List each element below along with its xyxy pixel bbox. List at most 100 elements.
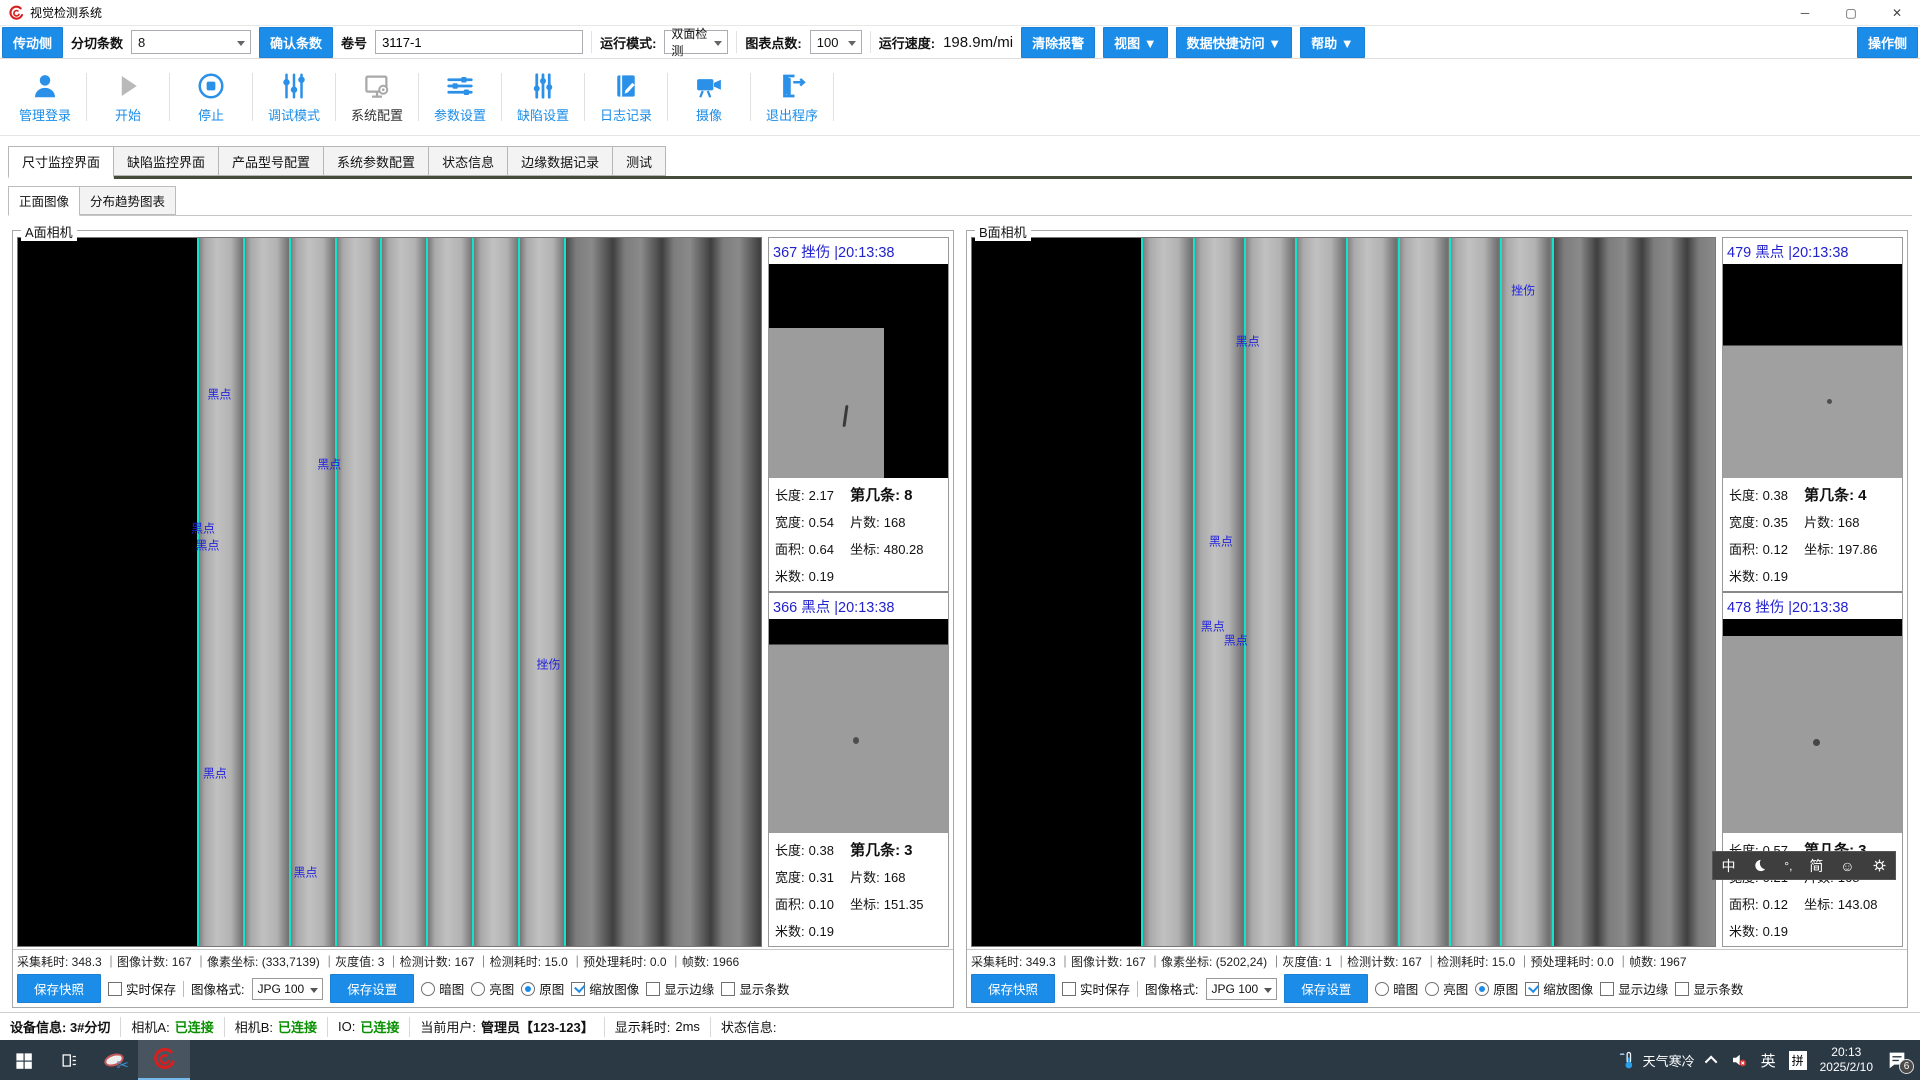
help-menu-button[interactable]: 帮助 ▼ [1300,27,1364,58]
ime-punctuation-toggle[interactable]: °, [1784,859,1792,873]
gear-icon[interactable] [1872,858,1887,873]
show-strips-checkbox[interactable]: 显示条数 [1675,979,1743,998]
defect-card[interactable]: 367 挫伤 |20:13:38 长度:2.17 第几条:8 宽度:0.54 [769,238,948,591]
emoji-icon[interactable]: ☺ [1840,858,1854,874]
camera-a-status: 已连接 [175,1017,214,1036]
defect-card[interactable]: 366 黑点 |20:13:38 长度:0.38 第几条:3 宽度:0.31 片… [769,591,948,946]
system-config-button[interactable]: 系统配置 [336,65,418,129]
original-image-radio[interactable]: 原图 [1475,979,1518,998]
task-view-button[interactable] [46,1040,92,1080]
device-info: 设备信息: 3#分切 [10,1017,110,1036]
subtab-front-image[interactable]: 正面图像 [8,186,80,216]
zoom-image-checkbox[interactable]: 缩放图像 [1525,979,1593,998]
realtime-save-checkbox[interactable]: 实时保存 [108,979,176,998]
bright-image-radio[interactable]: 亮图 [1425,979,1468,998]
strip-line [564,238,566,946]
snipping-tool-button[interactable]: ✂ [92,1040,138,1080]
chart-points-select[interactable]: 100 [810,30,862,54]
save-snapshot-button[interactable]: 保存快照 [971,974,1055,1003]
notification-center-button[interactable]: 6 [1886,1049,1910,1071]
defect-stats: 长度:0.38 第几条:4 宽度:0.35 片数:168 面积:0.12 坐标:… [1723,478,1902,591]
ime-mode-chinese[interactable]: 中 [1721,856,1735,876]
ime-simplified-toggle[interactable]: 简 [1809,856,1823,876]
save-settings-button[interactable]: 保存设置 [1284,974,1368,1003]
original-image-radio[interactable]: 原图 [521,979,564,998]
maximize-button[interactable]: ▢ [1828,0,1874,25]
speaker-muted-icon[interactable] [1730,1051,1748,1069]
log-record-button[interactable]: 日志记录 [585,65,667,129]
split-count-select[interactable]: 8 [131,30,251,54]
minimize-button[interactable]: ─ [1782,0,1828,25]
tab-product-model-config[interactable]: 产品型号配置 [219,146,324,176]
image-format-select[interactable]: JPG 100 [252,978,324,1000]
panel-a-status-line: 采集耗时: 348.3 ｜图像计数: 167 ｜像素坐标: (333,7139)… [13,949,953,971]
chevron-down-icon [848,41,856,46]
button-label: 停止 [198,105,224,124]
fullwidth-moon-icon[interactable] [1752,858,1767,873]
view-menu-button[interactable]: 视图 ▼ [1103,27,1167,58]
start-menu-button[interactable] [0,1040,46,1080]
snipping-tool-icon: ✂ [103,1050,127,1070]
snapshot-web-area [769,328,884,478]
dark-image-radio[interactable]: 暗图 [1375,979,1418,998]
confirm-count-button[interactable]: 确认条数 [259,27,333,58]
defect-detail-column-a: 367 挫伤 |20:13:38 长度:2.17 第几条:8 宽度:0.54 [768,237,949,947]
debug-mode-button[interactable]: 调试模式 [253,65,335,129]
tab-test[interactable]: 测试 [613,146,666,176]
manage-login-button[interactable]: 管理登录 [4,65,86,129]
defect-settings-button[interactable]: 缺陷设置 [502,65,584,129]
tab-size-monitor[interactable]: 尺寸监控界面 [8,146,114,179]
tab-status-info[interactable]: 状态信息 [429,146,508,176]
log-book-icon [611,71,641,101]
radio-icon [1425,982,1439,996]
close-button[interactable]: ✕ [1874,0,1920,25]
save-snapshot-button[interactable]: 保存快照 [17,974,101,1003]
run-mode-select[interactable]: 双面检测 [664,30,728,54]
defect-label: 黑点 [317,455,341,472]
divider [183,981,184,997]
exit-program-button[interactable]: 退出程序 [751,65,833,129]
tab-edge-data-record[interactable]: 边缘数据记录 [508,146,613,176]
defect-detail-column-b: 479 黑点 |20:13:38 长度:0.38 第几条:4 宽度:0.35 片… [1722,237,1903,947]
radio-icon [471,982,485,996]
camera-a-image[interactable]: 黑点黑点黑点黑点挫伤黑点黑点 [17,237,762,947]
clear-alarm-button[interactable]: 清除报警 [1021,27,1095,58]
image-format-select[interactable]: JPG 100 [1206,978,1278,1000]
run-speed-label: 运行速度: [879,33,935,52]
parameter-settings-button[interactable]: 参数设置 [419,65,501,129]
operator-side-button[interactable]: 操作侧 [1857,27,1918,58]
tab-defect-monitor[interactable]: 缺陷监控界面 [114,146,219,176]
tab-system-param-config[interactable]: 系统参数配置 [324,146,429,176]
defect-card[interactable]: 479 黑点 |20:13:38 长度:0.38 第几条:4 宽度:0.35 片… [1723,238,1902,591]
roll-number-input[interactable] [375,30,583,54]
subtab-distribution-chart[interactable]: 分布趋势图表 [80,186,176,215]
zoom-image-checkbox[interactable]: 缩放图像 [571,979,639,998]
button-label: 调试模式 [268,105,320,124]
vision-app-taskbar-button[interactable] [138,1040,190,1080]
dark-image-radio[interactable]: 暗图 [421,979,464,998]
bright-image-radio[interactable]: 亮图 [471,979,514,998]
weather-widget[interactable]: 天气寒冷 [1618,1050,1695,1070]
video-capture-button[interactable]: 摄像 [668,65,750,129]
camera-b-image[interactable]: 挫伤黑点黑点黑点黑点 [971,237,1716,947]
ime-pinyin-indicator[interactable]: 拼 [1789,1051,1807,1070]
stop-button[interactable]: 停止 [170,65,252,129]
start-button[interactable]: 开始 [87,65,169,129]
camera-panel-b: B面相机 挫伤黑点黑点黑点黑点 [966,230,1908,1008]
show-edges-checkbox[interactable]: 显示边缘 [1600,979,1668,998]
defect-mark [1813,739,1820,746]
defect-mark [1827,399,1832,404]
show-edges-checkbox[interactable]: 显示边缘 [646,979,714,998]
defect-card[interactable]: 478 挫伤 |20:13:38 长度:0.57 第几条:3 宽度:0.21 片… [1723,591,1902,946]
show-strips-checkbox[interactable]: 显示条数 [721,979,789,998]
data-quick-access-menu-button[interactable]: 数据快捷访问 ▼ [1176,27,1292,58]
drive-side-button[interactable]: 传动侧 [2,27,63,58]
save-settings-button[interactable]: 保存设置 [330,974,414,1003]
hidden-icons-chevron[interactable] [1704,1055,1717,1068]
defect-type: 挫伤 [1755,600,1784,616]
clock[interactable]: 20:13 2025/2/10 [1820,1045,1873,1075]
realtime-save-checkbox[interactable]: 实时保存 [1062,979,1130,998]
language-indicator[interactable]: 英 [1761,1050,1776,1071]
defect-time: |20:13:38 [1788,600,1848,616]
image-format-label: 图像格式: [1145,979,1198,998]
